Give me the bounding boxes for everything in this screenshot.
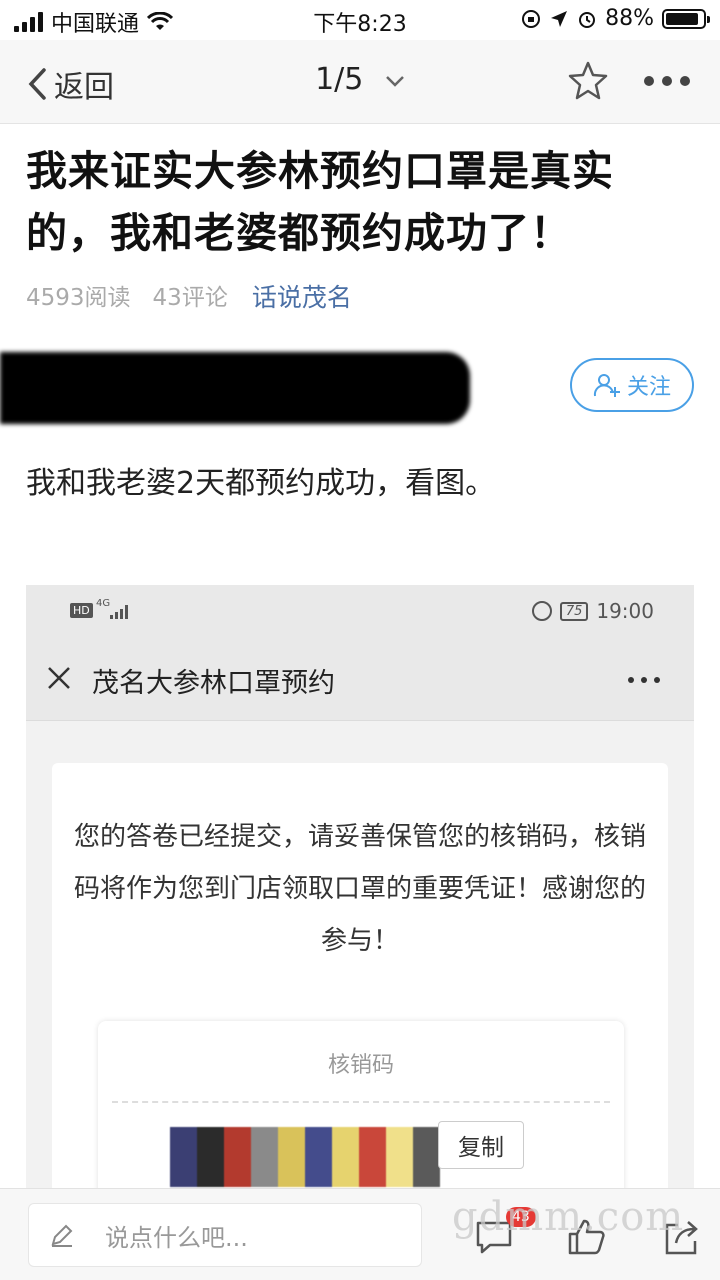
dot-icon <box>662 76 672 86</box>
mosaic-block <box>386 1147 413 1167</box>
share-icon[interactable] <box>662 1217 702 1257</box>
mosaic-block <box>278 1147 305 1167</box>
article-meta: 4593阅读 43评论 话说茂名 <box>26 278 352 314</box>
pager-label: 1/5 <box>315 62 364 97</box>
article-body: 我和我老婆2天都预约成功，看图。 <box>26 466 496 501</box>
mosaic-block <box>359 1167 386 1187</box>
pen-icon <box>51 1224 73 1247</box>
mosaic-block <box>170 1167 197 1187</box>
page-indicator[interactable]: 1/5 <box>0 62 720 97</box>
shot-more-icon <box>628 677 660 683</box>
mosaic-block <box>413 1127 440 1147</box>
battery-icon <box>662 8 710 29</box>
mosaic-block <box>305 1147 332 1167</box>
mosaic-block <box>305 1167 332 1187</box>
close-icon <box>48 667 70 689</box>
hd-badge-icon: HD <box>70 603 93 618</box>
follow-button[interactable]: 关注 <box>570 358 694 412</box>
alarm-icon <box>579 11 596 28</box>
follow-label: 关注 <box>626 375 671 400</box>
mosaic-block <box>170 1127 197 1147</box>
mosaic-block <box>305 1127 332 1147</box>
mosaic-block <box>224 1147 251 1167</box>
mosaic-block <box>332 1147 359 1167</box>
battery-percent: 88% <box>605 6 654 31</box>
read-count: 4593阅读 <box>26 285 131 311</box>
mosaic-block <box>278 1167 305 1187</box>
comment-badge: 43 <box>506 1207 536 1227</box>
shot-signal-icon <box>110 605 128 619</box>
mosaic-block <box>251 1167 278 1187</box>
confirmation-card: 您的答卷已经提交，请妥善保管您的核销码，核销码将作为您到门店领取口罩的重要凭证！… <box>52 763 668 1190</box>
mosaic-block <box>278 1127 305 1147</box>
shot-status-right: 75 19:00 <box>531 599 654 623</box>
more-options-button[interactable] <box>644 76 690 86</box>
comment-input[interactable]: 说点什么吧... <box>28 1203 422 1267</box>
topic-link[interactable]: 话说茂名 <box>252 278 352 314</box>
rotation-lock-icon <box>522 9 541 28</box>
mosaic-block <box>386 1127 413 1147</box>
mosaic-block <box>413 1147 440 1167</box>
shot-title: 茂名大参林口罩预约 <box>92 668 335 699</box>
shot-status-bar: HD 4G 75 19:00 <box>26 585 694 637</box>
shot-header: 茂名大参林口罩预约 <box>26 637 694 721</box>
mosaic-block <box>386 1167 413 1187</box>
article-title: 我来证实大参林预约口罩是真实的，我和老婆都预约成功了！ <box>26 147 614 257</box>
mosaic-block <box>251 1127 278 1147</box>
divider <box>112 1101 610 1103</box>
favorite-star-icon[interactable] <box>568 60 608 100</box>
copy-button: 复制 <box>438 1121 524 1169</box>
mosaic-block <box>224 1127 251 1147</box>
mosaic-block <box>413 1167 440 1187</box>
redacted-author-bar <box>0 352 470 424</box>
mosaic-block <box>332 1127 359 1147</box>
shot-battery: 75 <box>559 601 589 621</box>
bottom-bar: 说点什么吧... 43 <box>0 1188 720 1280</box>
dot-icon <box>680 76 690 86</box>
shot-time: 19:00 <box>596 599 654 623</box>
chevron-down-icon <box>386 75 404 87</box>
location-icon <box>551 10 568 27</box>
mosaic-block <box>224 1167 251 1187</box>
confirmation-message: 您的答卷已经提交，请妥善保管您的核销码，核销码将作为您到门店领取口罩的重要凭证！… <box>73 822 646 956</box>
mosaic-block <box>197 1167 224 1187</box>
mosaic-block <box>197 1127 224 1147</box>
mosaic-block <box>170 1147 197 1167</box>
status-right: 88% <box>521 6 710 31</box>
mosaic-block <box>359 1127 386 1147</box>
mosaic-block <box>332 1167 359 1187</box>
mosaic-block <box>359 1147 386 1167</box>
shot-alarm-icon <box>531 601 552 621</box>
status-bar: 中国联通 下午8:23 88% <box>0 0 720 40</box>
code-label: 核销码 <box>327 1053 394 1078</box>
comment-count: 43评论 <box>152 285 228 311</box>
comment-placeholder: 说点什么吧... <box>105 1223 248 1252</box>
network-label: 4G <box>96 598 111 609</box>
mosaic-block <box>251 1147 278 1167</box>
dot-icon <box>644 76 654 86</box>
code-card: 核销码 复制 <box>98 1021 624 1190</box>
battery-level <box>666 12 698 25</box>
add-user-icon <box>593 374 620 397</box>
nav-bar: 返回 1/5 <box>0 40 720 124</box>
mosaic-block <box>197 1147 224 1167</box>
like-icon[interactable] <box>566 1217 606 1257</box>
redacted-code-mosaic <box>170 1127 440 1187</box>
embedded-screenshot[interactable]: HD 4G 75 19:00 茂名大参林口罩预约 您的答卷已经提交，请妥善保管您… <box>26 585 694 1190</box>
